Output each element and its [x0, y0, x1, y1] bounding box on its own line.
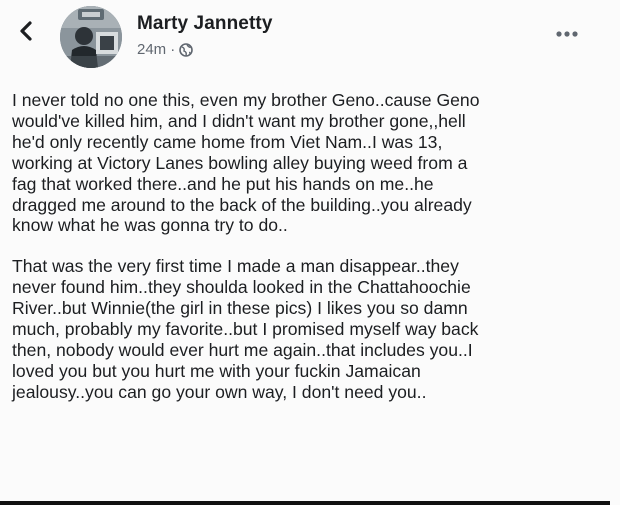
bottom-divider — [0, 501, 610, 505]
post-paragraph-2: That was the very first time I made a ma… — [12, 256, 479, 402]
post-paragraph-1: I never told no one this, even my brothe… — [12, 90, 480, 236]
author-name[interactable]: Marty Jannetty — [137, 13, 273, 35]
more-options-icon[interactable] — [555, 29, 579, 39]
chevron-left-icon[interactable] — [16, 20, 38, 42]
post-body: I never told no one this, even my brothe… — [12, 90, 610, 403]
meta-separator: · — [170, 41, 176, 58]
post-header: Marty Jannetty 24m · — [0, 0, 620, 80]
post-meta: 24m · — [137, 41, 193, 58]
avatar[interactable] — [60, 6, 122, 68]
globe-icon — [179, 42, 193, 57]
post-time[interactable]: 24m — [137, 41, 166, 58]
